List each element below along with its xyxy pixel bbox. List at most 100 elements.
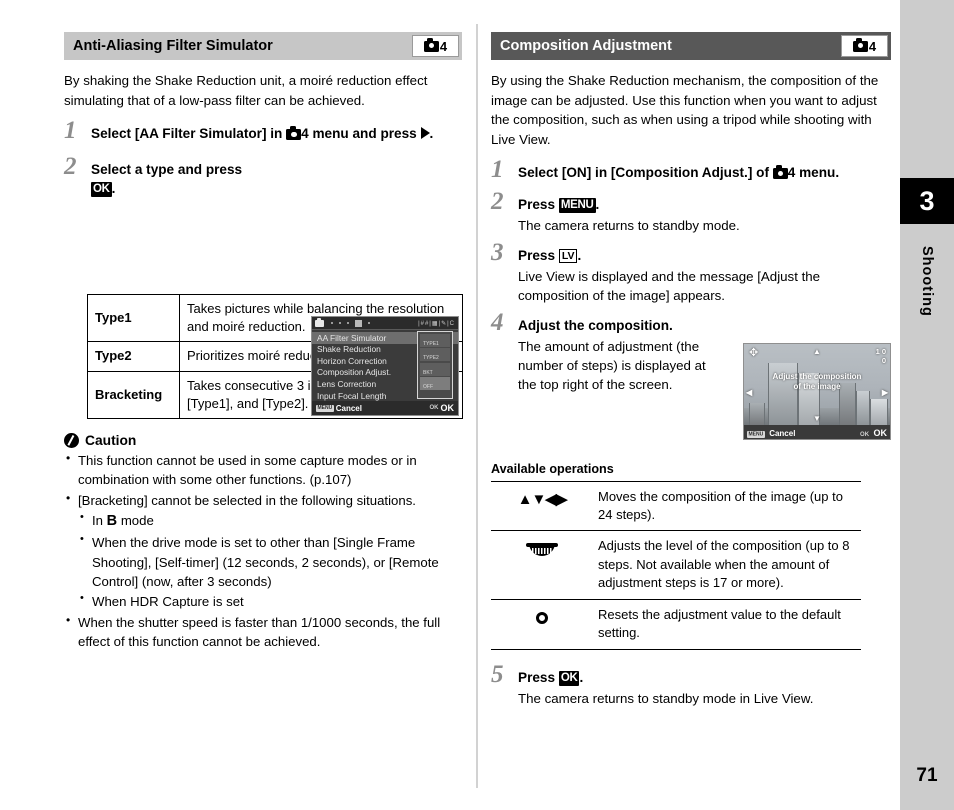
step-title: Adjust the composition. (518, 317, 673, 333)
step-number: 4 (491, 308, 504, 336)
caution-bullet: This function cannot be used in some cap… (64, 450, 462, 489)
step-2-block: 2 Select a type and press OK. |##|▦|✎|C … (64, 154, 462, 417)
column-divider (476, 24, 478, 788)
section-title: Composition Adjustment (500, 38, 672, 54)
step-number: 2 (64, 153, 77, 181)
right-column: Composition Adjustment 4 By using the Sh… (491, 32, 891, 708)
step-number: 3 (491, 238, 504, 266)
caution-heading: Caution (64, 433, 462, 448)
caution-bullet: When the shutter speed is faster than 1/… (64, 612, 462, 651)
step-number: 1 (64, 117, 77, 145)
step-2: 2 Select a type and press OK. (64, 154, 462, 199)
chapter-label: Shooting (919, 245, 935, 317)
operation-description: Adjusts the level of the composition (up… (593, 530, 861, 600)
step-3: 3 Press LV. Live View is displayed and t… (491, 240, 891, 306)
caution-subbullet: When the drive mode is set to other than… (78, 532, 462, 590)
operation-icon-cell (491, 599, 593, 650)
step-number: 5 (491, 660, 504, 688)
table-row: Resets the adjustment value to the defau… (491, 599, 861, 650)
caution-bullet-text: [Bracketing] cannot be selected in the f… (78, 493, 416, 509)
steps-readout: 1 0 0 (876, 347, 886, 365)
step-badge-number: 4 (301, 126, 309, 142)
chapter-rail: 3 Shooting 71 (900, 0, 954, 810)
intro-paragraph: By using the Shake Reduction mechanism, … (491, 73, 879, 147)
step-title-pre: Select [ON] in [Composition Adjust.] of (518, 165, 773, 181)
step-title-post: . (579, 669, 584, 685)
step-1: 1 Select [ON] in [Composition Adjust.] o… (491, 157, 891, 185)
menu-option: TYPE1 (420, 333, 450, 347)
step-title: Select [ON] in [Composition Adjust.] of … (518, 163, 891, 182)
lv-message-line2: of the image (793, 381, 841, 391)
subbullet-post: mode (117, 513, 154, 529)
camera-icon (772, 165, 788, 180)
e-dial-icon (526, 542, 558, 556)
step-title: Press OK. (518, 668, 891, 687)
operation-description: Resets the adjustment value to the defau… (593, 599, 861, 650)
cancel-group: MENU Cancel (747, 423, 796, 439)
step-title: Press MENU. (518, 195, 891, 214)
table-row: Adjusts the level of the composition (up… (491, 530, 861, 600)
menu-item-list: AA Filter Simulator Shake Reduction Hori… (312, 330, 458, 402)
screenshot-topbar: |##|▦|✎|C (312, 317, 458, 331)
step-title-pre: Press (518, 247, 559, 263)
step-title: Select [AA Filter Simulator] in 4 menu a… (91, 125, 434, 142)
operation-description: Moves the composition of the image (up t… (593, 480, 861, 532)
subbullet-pre: In (92, 513, 107, 529)
badge-number: 4 (439, 38, 448, 54)
menu-badge-camera-4: 4 (841, 35, 888, 57)
step-description: The amount of adjustment (the number of … (518, 338, 706, 393)
step-title-pre: Select [AA Filter Simulator] in (91, 126, 287, 142)
ok-label: OK (440, 403, 455, 414)
step-description: The camera returns to standby mode. (518, 218, 740, 234)
available-operations-title: Available operations (491, 461, 614, 476)
section-header-composition-adjustment: Composition Adjustment 4 (491, 32, 891, 60)
cancel-label: Cancel (769, 428, 796, 438)
available-operations-table: ▲▼◀▶ Moves the composition of the image … (491, 480, 861, 650)
step-title: Press LV. (518, 246, 891, 265)
menu-option: BKT (420, 362, 450, 376)
menu-key-icon: MENU (558, 198, 596, 214)
menu-option-label: TYPE1 (423, 340, 439, 347)
step-number: 2 (491, 188, 504, 216)
menu-option-panel: TYPE1 TYPE2 BKT OFF (417, 331, 453, 400)
lv-message: Adjust the composition of the image (744, 372, 890, 392)
step-title-post: menu and press (308, 126, 421, 142)
camera-tab-icon (315, 317, 324, 327)
menu-key-icon: MENU (316, 404, 334, 412)
step-number: 1 (491, 156, 504, 184)
step-4-block: 4 Adjust the composition. The amount of … (491, 310, 891, 444)
camera-icon (423, 37, 439, 52)
right-arrow-icon (420, 127, 430, 140)
tab-dot (347, 322, 349, 325)
step-title-pre: Press (518, 669, 559, 685)
lv-message-line1: Adjust the composition (772, 371, 862, 381)
lv-building (749, 402, 765, 425)
ok-key-icon: OK (91, 182, 112, 198)
caution-sublist: In B mode When the drive mode is set to … (78, 510, 462, 611)
left-column: Anti-Aliasing Filter Simulator 4 By shak… (64, 32, 463, 651)
operation-icon-cell (491, 530, 593, 600)
tab-dot (339, 322, 341, 325)
ok-group: OK OK (430, 403, 455, 413)
lv-building (870, 398, 888, 425)
caution-bullet: [Bracketing] cannot be selected in the f… (64, 490, 462, 611)
lv-building (856, 390, 870, 425)
tab-dot (368, 322, 370, 325)
step-2: 2 Press MENU. The camera returns to stan… (491, 189, 891, 236)
menu-key-icon: MENU (747, 431, 765, 439)
ok-label: OK (873, 427, 888, 438)
live-view-key-icon: LV (558, 249, 578, 264)
down-arrow-icon: ▼ (813, 413, 821, 423)
composition-crosshair-icon: ✥ (749, 346, 759, 359)
section-title: Anti-Aliasing Filter Simulator (73, 38, 273, 54)
aa-filter-menu-screenshot: |##|▦|✎|C AA Filter Simulator Shake Redu… (311, 316, 459, 417)
live-view-screenshot: ✥ 1 0 0 ▲ ◀ ▶ ▼ Adjust the composition o… (743, 342, 891, 440)
step-title-post: . (111, 181, 116, 197)
badge-number: 4 (868, 38, 877, 54)
step-description: Live View is displayed and the message [… (518, 268, 821, 304)
tab-dot (331, 322, 333, 325)
type-key: Bracketing (87, 370, 180, 420)
step-title-post: . (595, 197, 600, 213)
caution-icon (64, 433, 79, 448)
page-number: 71 (916, 765, 938, 786)
